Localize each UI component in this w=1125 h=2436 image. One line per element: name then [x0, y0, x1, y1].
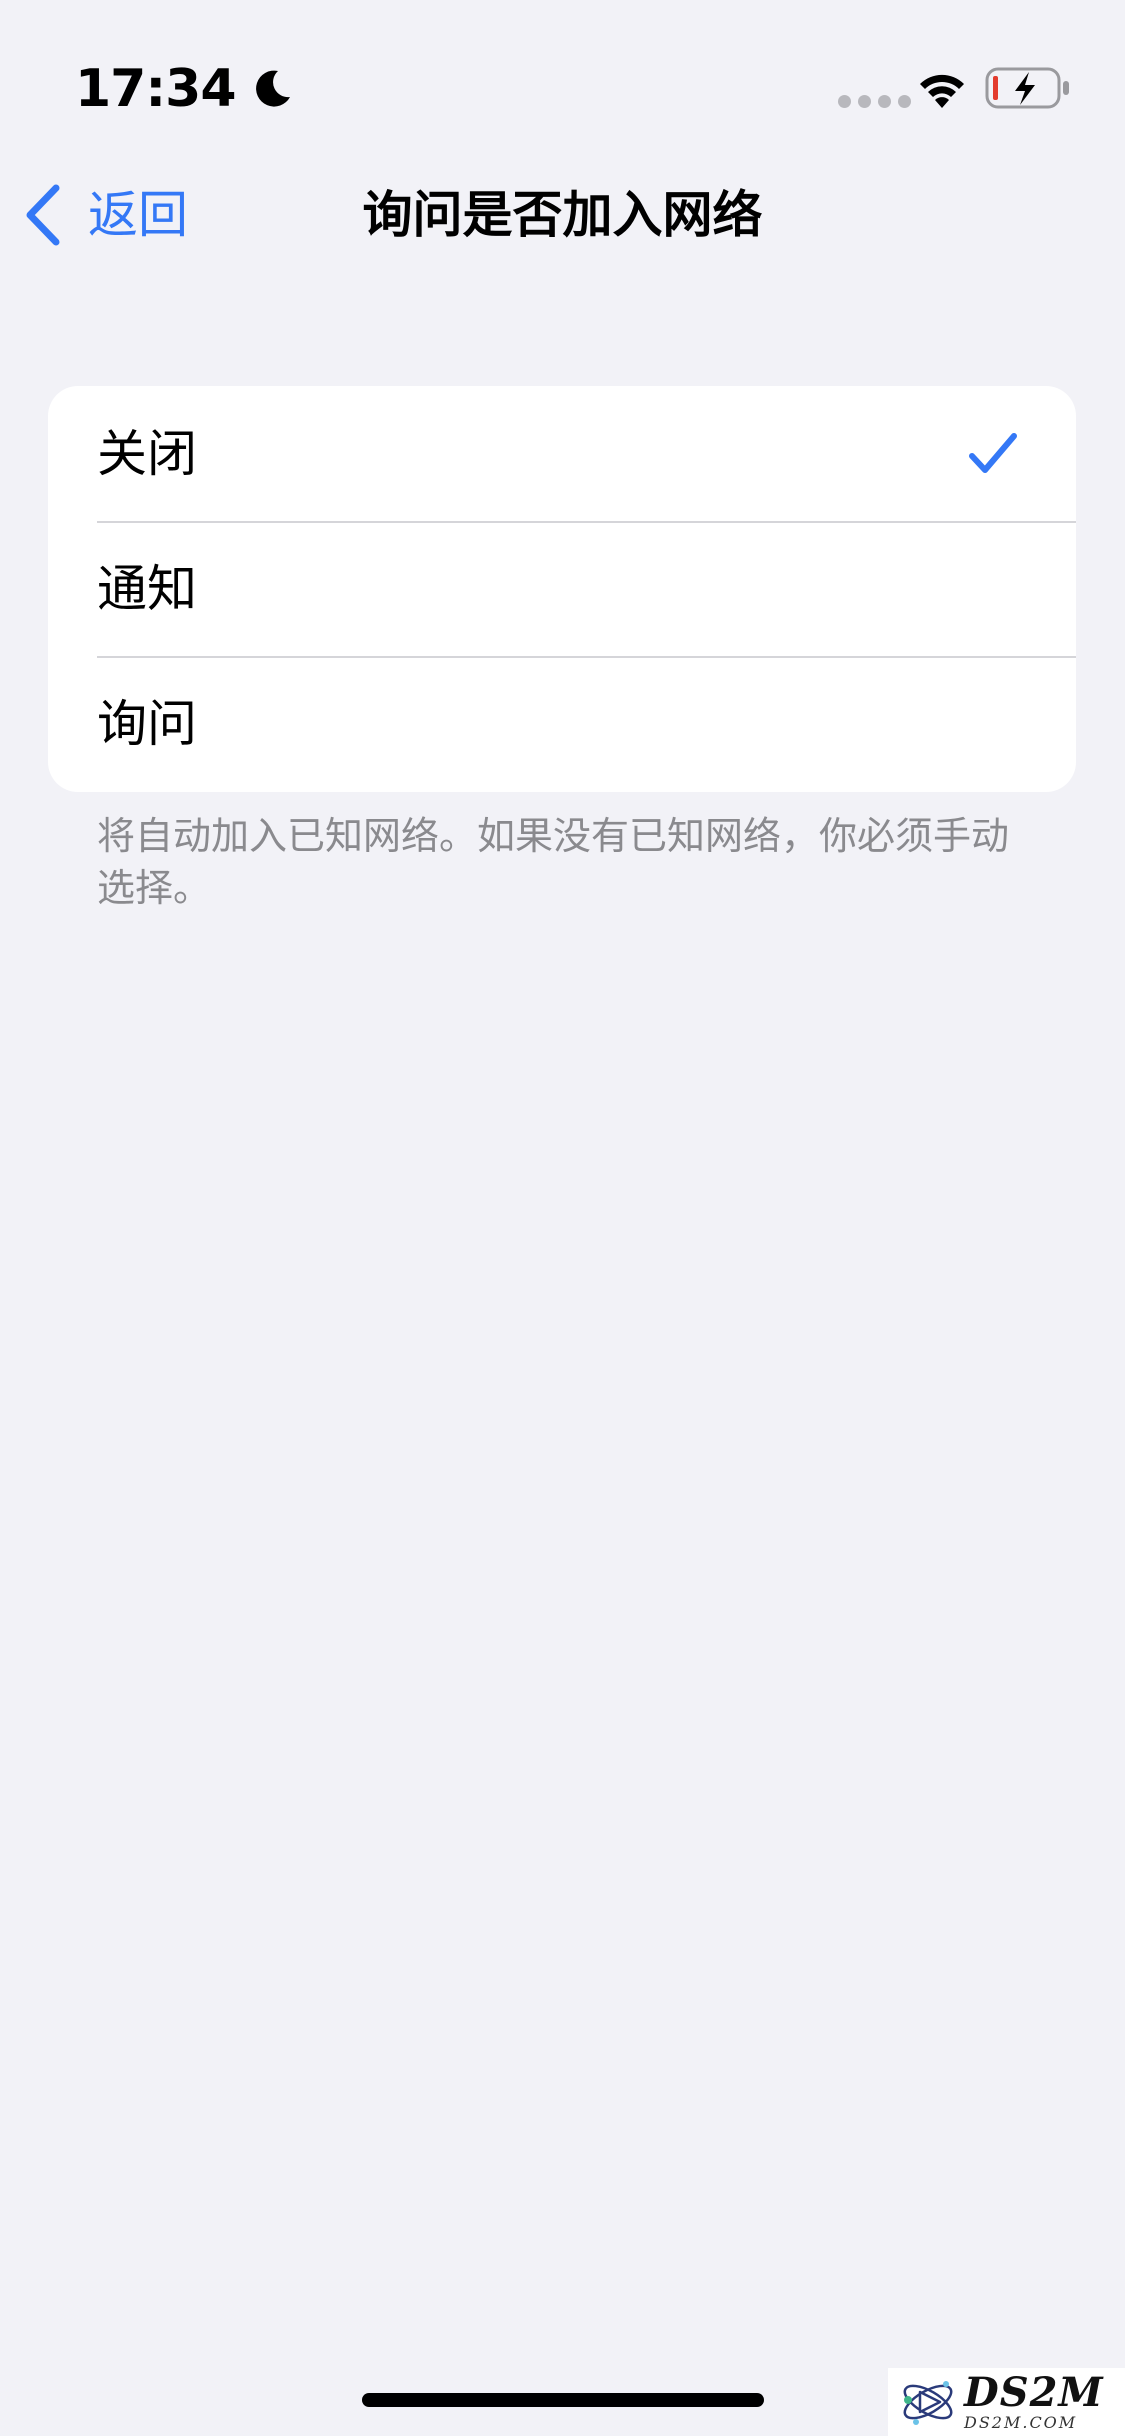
battery-charging-icon: [985, 67, 1069, 109]
checkmark-icon: [969, 433, 1017, 473]
wifi-icon: [920, 74, 964, 108]
group-footer-text: 将自动加入已知网络。如果没有已知网络，你必须手动选择。: [97, 814, 1010, 910]
option-label: 关闭: [97, 424, 197, 483]
status-bar-time: 17:34: [75, 54, 294, 124]
watermark-text: DS2M DS2M.COM: [964, 2372, 1104, 2432]
moon-icon: [255, 70, 290, 107]
cellular-signal-icon: [838, 95, 911, 108]
back-button[interactable]: 返回: [22, 180, 188, 250]
screen: 17:34 返回 询问是否加入网络 关闭 通知 询问 将自动加入已知网络。如果没…: [0, 0, 1125, 2436]
option-label: 询问: [97, 694, 197, 753]
option-notify[interactable]: 通知: [48, 521, 1076, 656]
atom-emblem-icon: [903, 2381, 953, 2425]
watermark-logo: DS2M DS2M.COM: [888, 2368, 1125, 2436]
watermark-main: DS2M: [964, 2369, 1104, 2416]
status-time-text: 17:34: [75, 59, 237, 119]
back-label: 返回: [88, 186, 188, 244]
chevron-left-icon: [26, 184, 60, 246]
option-off[interactable]: 关闭: [48, 386, 1076, 521]
option-ask[interactable]: 询问: [48, 656, 1076, 791]
options-group: 关闭 通知 询问: [48, 386, 1076, 792]
home-indicator[interactable]: [362, 2393, 764, 2407]
watermark-sub: DS2M.COM: [964, 2413, 1078, 2432]
option-label: 通知: [97, 559, 197, 618]
